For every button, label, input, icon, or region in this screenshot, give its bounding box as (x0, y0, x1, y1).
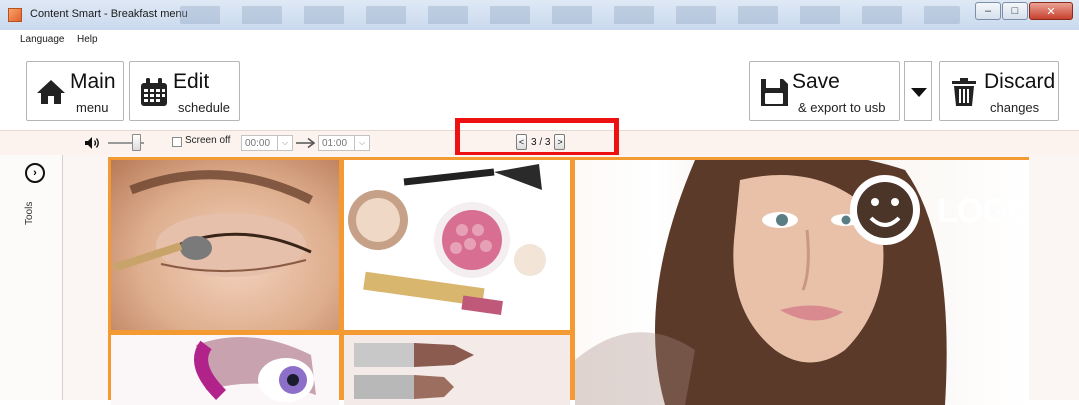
image-tile-lipsticks[interactable] (344, 335, 570, 405)
chevron-down-icon: ⌵ (354, 136, 369, 150)
cosmetics-image (348, 164, 546, 315)
save-title: Save (792, 70, 840, 93)
lipstick-image (354, 343, 474, 399)
maximize-button[interactable]: □ (1002, 2, 1028, 20)
minimize-button[interactable]: – (975, 2, 1001, 20)
logo-text: LOGO (937, 192, 1029, 230)
menu-help[interactable]: Help (77, 34, 98, 45)
menu-language[interactable]: Language (20, 34, 65, 45)
image-tile-purple-eye[interactable] (111, 335, 339, 405)
speaker-icon (85, 137, 99, 149)
discard-title: Discard (984, 70, 1056, 93)
screen-off-checkbox[interactable] (172, 137, 182, 147)
edit-schedule-title: Edit (173, 70, 210, 93)
content-area: › Tools LOGO (0, 155, 1079, 405)
menu-bar: Language Help (0, 30, 1079, 50)
app-icon (8, 8, 22, 22)
image-tile-eyeshadow[interactable] (111, 160, 339, 330)
title-bar: Content Smart - Breakfast menu – □ ✕ (0, 0, 1079, 31)
chevron-down-icon: ⌵ (277, 136, 292, 150)
image-tile-portrait[interactable]: LOGO (575, 160, 1029, 405)
save-export-button[interactable]: Save & export to usb (749, 61, 900, 121)
background-window-ghost (180, 6, 960, 24)
volume-slider-thumb[interactable] (132, 134, 142, 151)
image-tile-cosmetics[interactable] (344, 160, 570, 330)
layout-canvas[interactable]: LOGO (108, 157, 1029, 405)
expand-chevron-icon[interactable]: › (25, 163, 45, 183)
save-subtitle: & export to usb (798, 100, 886, 115)
discard-changes-button[interactable]: Discard changes (939, 61, 1059, 121)
floppy-disk-icon (761, 79, 788, 106)
discard-subtitle: changes (990, 100, 1040, 115)
pager-highlight-box (455, 118, 619, 157)
save-options-dropdown[interactable] (904, 61, 932, 121)
purple-eye-image (111, 335, 339, 405)
edit-schedule-subtitle: schedule (178, 100, 231, 115)
main-menu-button[interactable]: Main menu (26, 61, 124, 121)
tools-label: Tools (24, 201, 35, 225)
screen-off-label: Screen off (185, 135, 231, 146)
home-icon (37, 80, 65, 104)
time-from-select[interactable]: 00:00 ⌵ (241, 135, 293, 151)
main-menu-subtitle: menu (76, 100, 109, 115)
trash-icon (952, 78, 976, 106)
tools-panel: › Tools (0, 155, 63, 400)
right-arrow-icon (296, 137, 316, 149)
time-to-select[interactable]: 01:00 ⌵ (318, 135, 370, 151)
window-title: Content Smart - Breakfast menu (30, 8, 188, 20)
chevron-down-icon (911, 88, 927, 97)
close-button[interactable]: ✕ (1029, 2, 1073, 20)
eyeshadow-image (113, 170, 314, 277)
time-to-value: 01:00 (322, 138, 348, 149)
edit-schedule-button[interactable]: Edit schedule (129, 61, 240, 121)
calendar-icon (141, 78, 167, 106)
main-menu-title: Main (70, 70, 116, 93)
time-from-value: 00:00 (245, 138, 271, 149)
